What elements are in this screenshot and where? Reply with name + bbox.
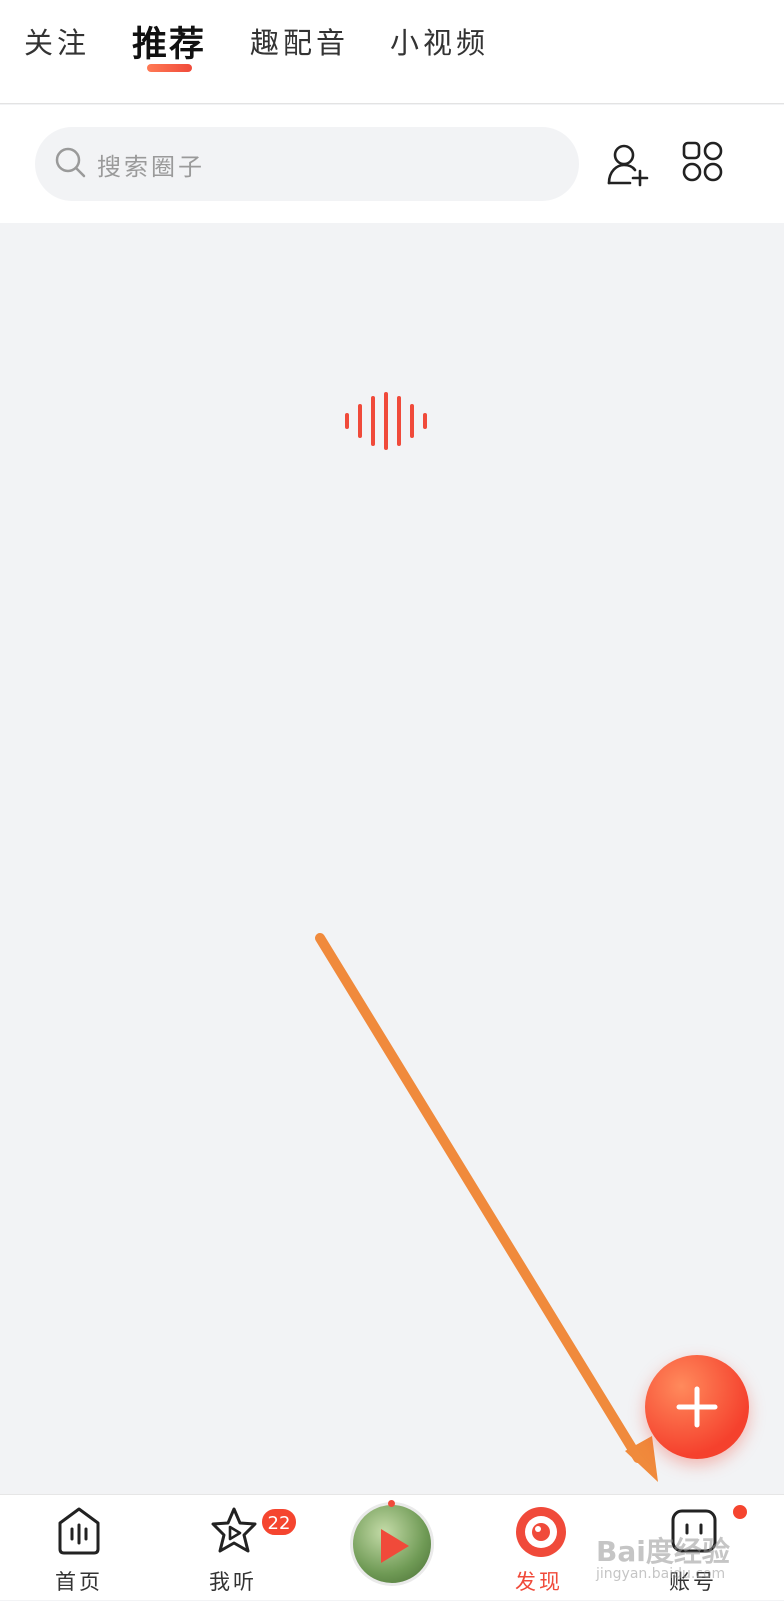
nav-listen-label: 我听 xyxy=(209,1570,257,1594)
player-indicator-dot xyxy=(388,1500,395,1507)
tab-short-video[interactable]: 小视频 xyxy=(390,20,489,62)
add-friend-icon[interactable] xyxy=(604,141,652,189)
now-playing-button[interactable] xyxy=(350,1502,434,1586)
loading-soundwave-icon xyxy=(345,392,427,450)
home-icon xyxy=(58,1507,100,1555)
search-row: 搜索圈子 xyxy=(0,105,784,223)
add-post-button[interactable] xyxy=(645,1355,749,1459)
search-icon xyxy=(55,147,86,178)
watermark-url: jingyan.baidu.com xyxy=(596,1566,726,1582)
annotation-arrow xyxy=(315,933,658,1482)
search-input[interactable]: 搜索圈子 xyxy=(35,127,579,201)
search-placeholder: 搜索圈子 xyxy=(97,153,205,181)
top-tab-bar: 关注 推荐 趣配音 小视频 xyxy=(0,0,784,104)
tab-follow[interactable]: 关注 xyxy=(24,20,90,62)
play-icon xyxy=(381,1529,409,1563)
nav-discover-label: 发现 xyxy=(515,1570,563,1594)
tab-recommend[interactable]: 推荐 xyxy=(132,16,206,67)
nav-home-label: 首页 xyxy=(55,1570,103,1594)
star-play-icon xyxy=(211,1507,257,1553)
plus-icon xyxy=(676,1386,718,1428)
listen-badge: 22 xyxy=(260,1507,298,1537)
active-tab-indicator xyxy=(147,64,192,72)
nav-discover[interactable]: 发现 xyxy=(474,1495,604,1601)
account-notification-dot xyxy=(731,1503,749,1521)
watermark-logo: Bai度经验 xyxy=(596,1535,730,1568)
nav-listen[interactable]: 22 我听 xyxy=(168,1495,298,1601)
nav-home[interactable]: 首页 xyxy=(14,1495,144,1601)
circles-grid-icon[interactable] xyxy=(680,139,726,185)
tab-dubbing[interactable]: 趣配音 xyxy=(250,20,349,62)
discover-eye-icon xyxy=(516,1507,566,1557)
